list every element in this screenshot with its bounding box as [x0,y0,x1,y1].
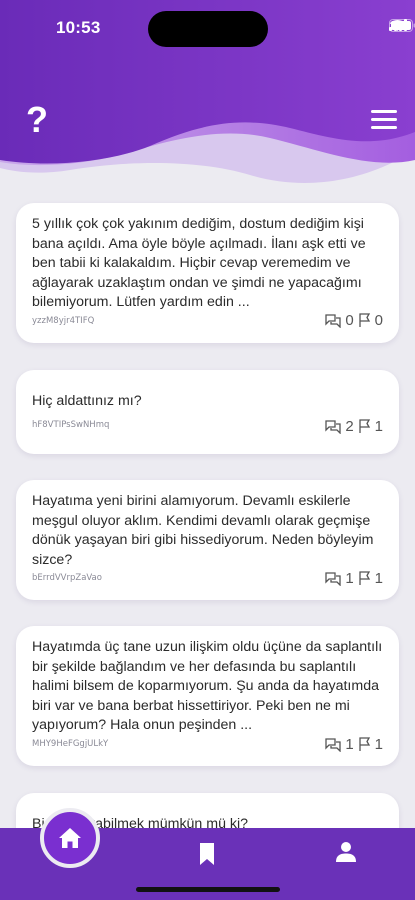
comment-count: 1 [345,736,354,753]
flag-stat[interactable]: 1 [358,736,383,753]
nav-profile-button[interactable] [335,841,357,868]
comment-stat: 0 [325,312,354,329]
post-text: Hiç aldattınız mı? [32,393,142,409]
post-stats: 2 1 [325,418,383,435]
post-text: 5 yıllık çok çok yakınım dediğim, dostum… [32,216,366,310]
post-text: Hayatıma yeni birini alamıyorum. Devamlı… [32,493,374,568]
flag-count: 0 [374,312,383,329]
post-card[interactable]: Hayatımda üç tane uzun ilişkim oldu üçün… [16,626,399,766]
home-icon [59,828,81,848]
post-card[interactable]: Hiç aldattınız mı? hF8VTIPsSwNHmq 2 1 [16,370,399,454]
comment-stat: 2 [325,418,354,435]
flag-count: 1 [374,570,383,587]
comment-count: 0 [345,312,354,329]
comment-stat: 1 [325,736,354,753]
post-stats: 0 0 [325,312,383,329]
comments-icon [325,419,341,434]
flag-icon [359,737,370,751]
post-id: hF8VTIPsSwNHmq [32,420,110,430]
comment-count: 2 [345,418,354,435]
flag-icon [359,313,370,327]
flag-count: 1 [374,736,383,753]
flag-stat[interactable]: 1 [358,418,383,435]
flag-count: 1 [374,418,383,435]
post-card[interactable]: 5 yıllık çok çok yakınım dediğim, dostum… [16,203,399,343]
post-stats: 1 1 [325,736,383,753]
post-stats: 1 1 [325,570,383,587]
post-id: MHY9HeFGgjULkY [32,739,109,749]
post-id: yzzM8yjr4TIFQ [32,316,95,326]
comments-icon [325,571,341,586]
comment-stat: 1 [325,570,354,587]
flag-icon [359,571,370,585]
post-feed: 5 yıllık çok çok yakınım dediğim, dostum… [0,0,415,900]
user-icon [336,842,356,862]
post-id: bErrdVVrpZaVao [32,573,102,583]
post-text: Hayatımda üç tane uzun ilişkim oldu üçün… [32,639,383,733]
comments-icon [325,313,341,328]
nav-bookmarks-button[interactable] [198,842,216,871]
flag-icon [359,419,370,433]
comment-count: 1 [345,570,354,587]
bookmark-icon [200,843,214,865]
flag-stat[interactable]: 1 [358,570,383,587]
flag-stat[interactable]: 0 [358,312,383,329]
home-indicator [136,887,280,892]
post-card[interactable]: Hayatıma yeni birini alamıyorum. Devamlı… [16,480,399,600]
nav-home-button[interactable] [40,808,100,868]
comments-icon [325,737,341,752]
